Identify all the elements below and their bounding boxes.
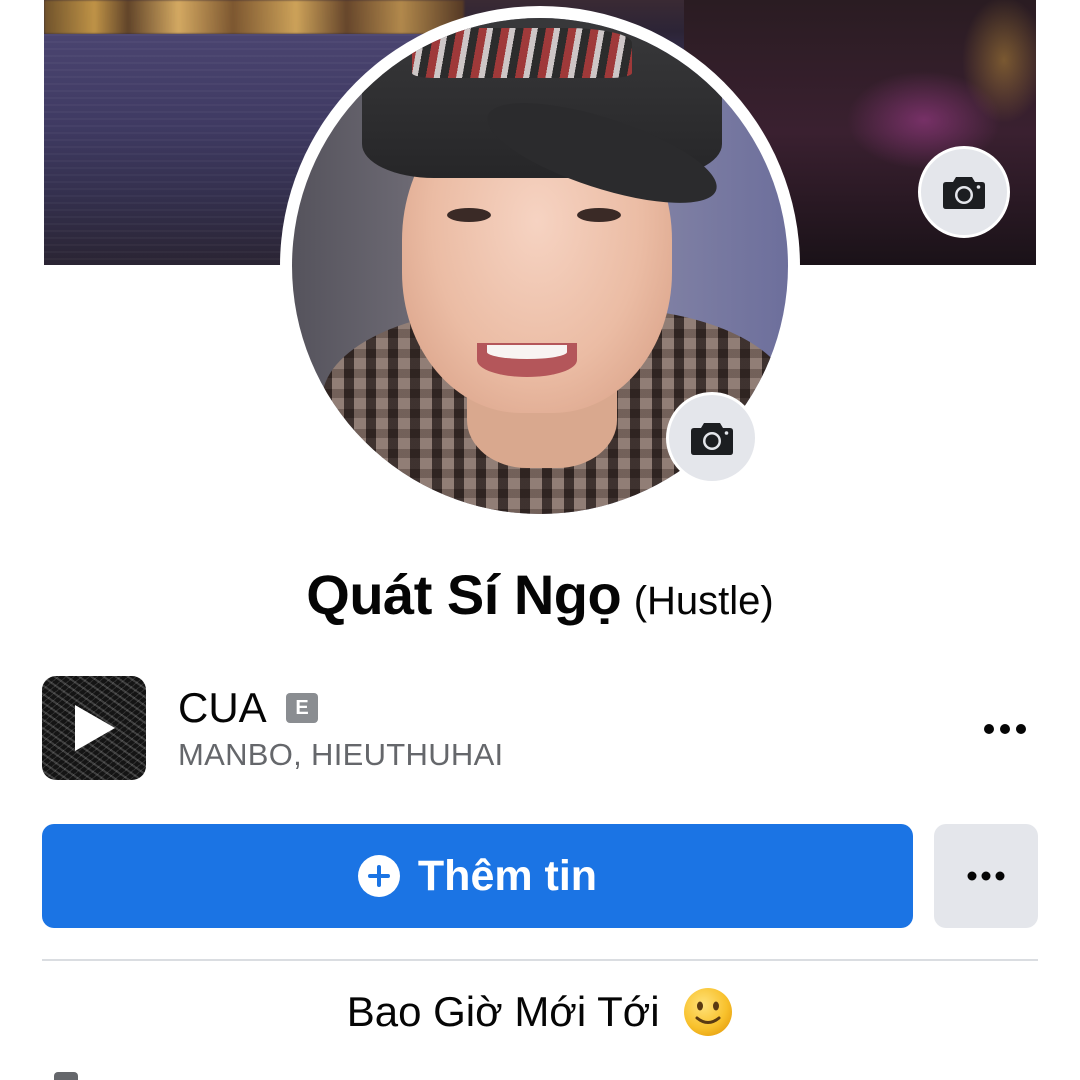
bio-text: Bao Giờ Mới Tới <box>346 988 660 1035</box>
more-horizontal-icon <box>967 871 1005 881</box>
music-more-button[interactable] <box>972 706 1038 752</box>
slightly-smiling-face-icon <box>684 987 733 1036</box>
profile-page: Quát Sí Ngọ (Hustle) CUA E MANBO, HIEUTH… <box>0 0 1080 1080</box>
album-art[interactable] <box>42 676 146 780</box>
edit-cover-photo-button[interactable] <box>918 146 1010 238</box>
profile-more-button[interactable] <box>934 824 1038 928</box>
play-icon <box>75 705 115 751</box>
more-horizontal-icon <box>984 724 1026 734</box>
plus-circle-icon <box>357 855 400 897</box>
edit-profile-picture-button[interactable] <box>666 392 758 484</box>
profile-alternate-name: (Hustle) <box>633 579 774 623</box>
profile-bio: Bao Giờ Mới Tới <box>0 984 1080 1040</box>
profile-music[interactable]: CUA E MANBO, HIEUTHUHAI <box>42 676 1038 782</box>
camera-icon <box>691 423 733 455</box>
profile-name: Quát Sí Ngọ <box>306 563 622 626</box>
add-story-button[interactable]: Thêm tin <box>42 824 913 928</box>
camera-icon <box>943 177 985 209</box>
add-story-label: Thêm tin <box>417 851 598 900</box>
avatar-cap-print <box>412 28 632 78</box>
avatar-mouth <box>477 343 577 377</box>
next-section-icon <box>54 1072 78 1080</box>
explicit-badge: E <box>286 693 318 723</box>
avatar-eye-left <box>447 208 491 222</box>
song-title: CUA <box>178 684 267 731</box>
cover-city-lights <box>44 0 464 34</box>
section-divider <box>42 959 1038 961</box>
song-artists: MANBO, HIEUTHUHAI <box>178 737 504 772</box>
avatar-eye-right <box>577 208 621 222</box>
profile-name-row: Quát Sí Ngọ (Hustle) <box>0 562 1080 627</box>
